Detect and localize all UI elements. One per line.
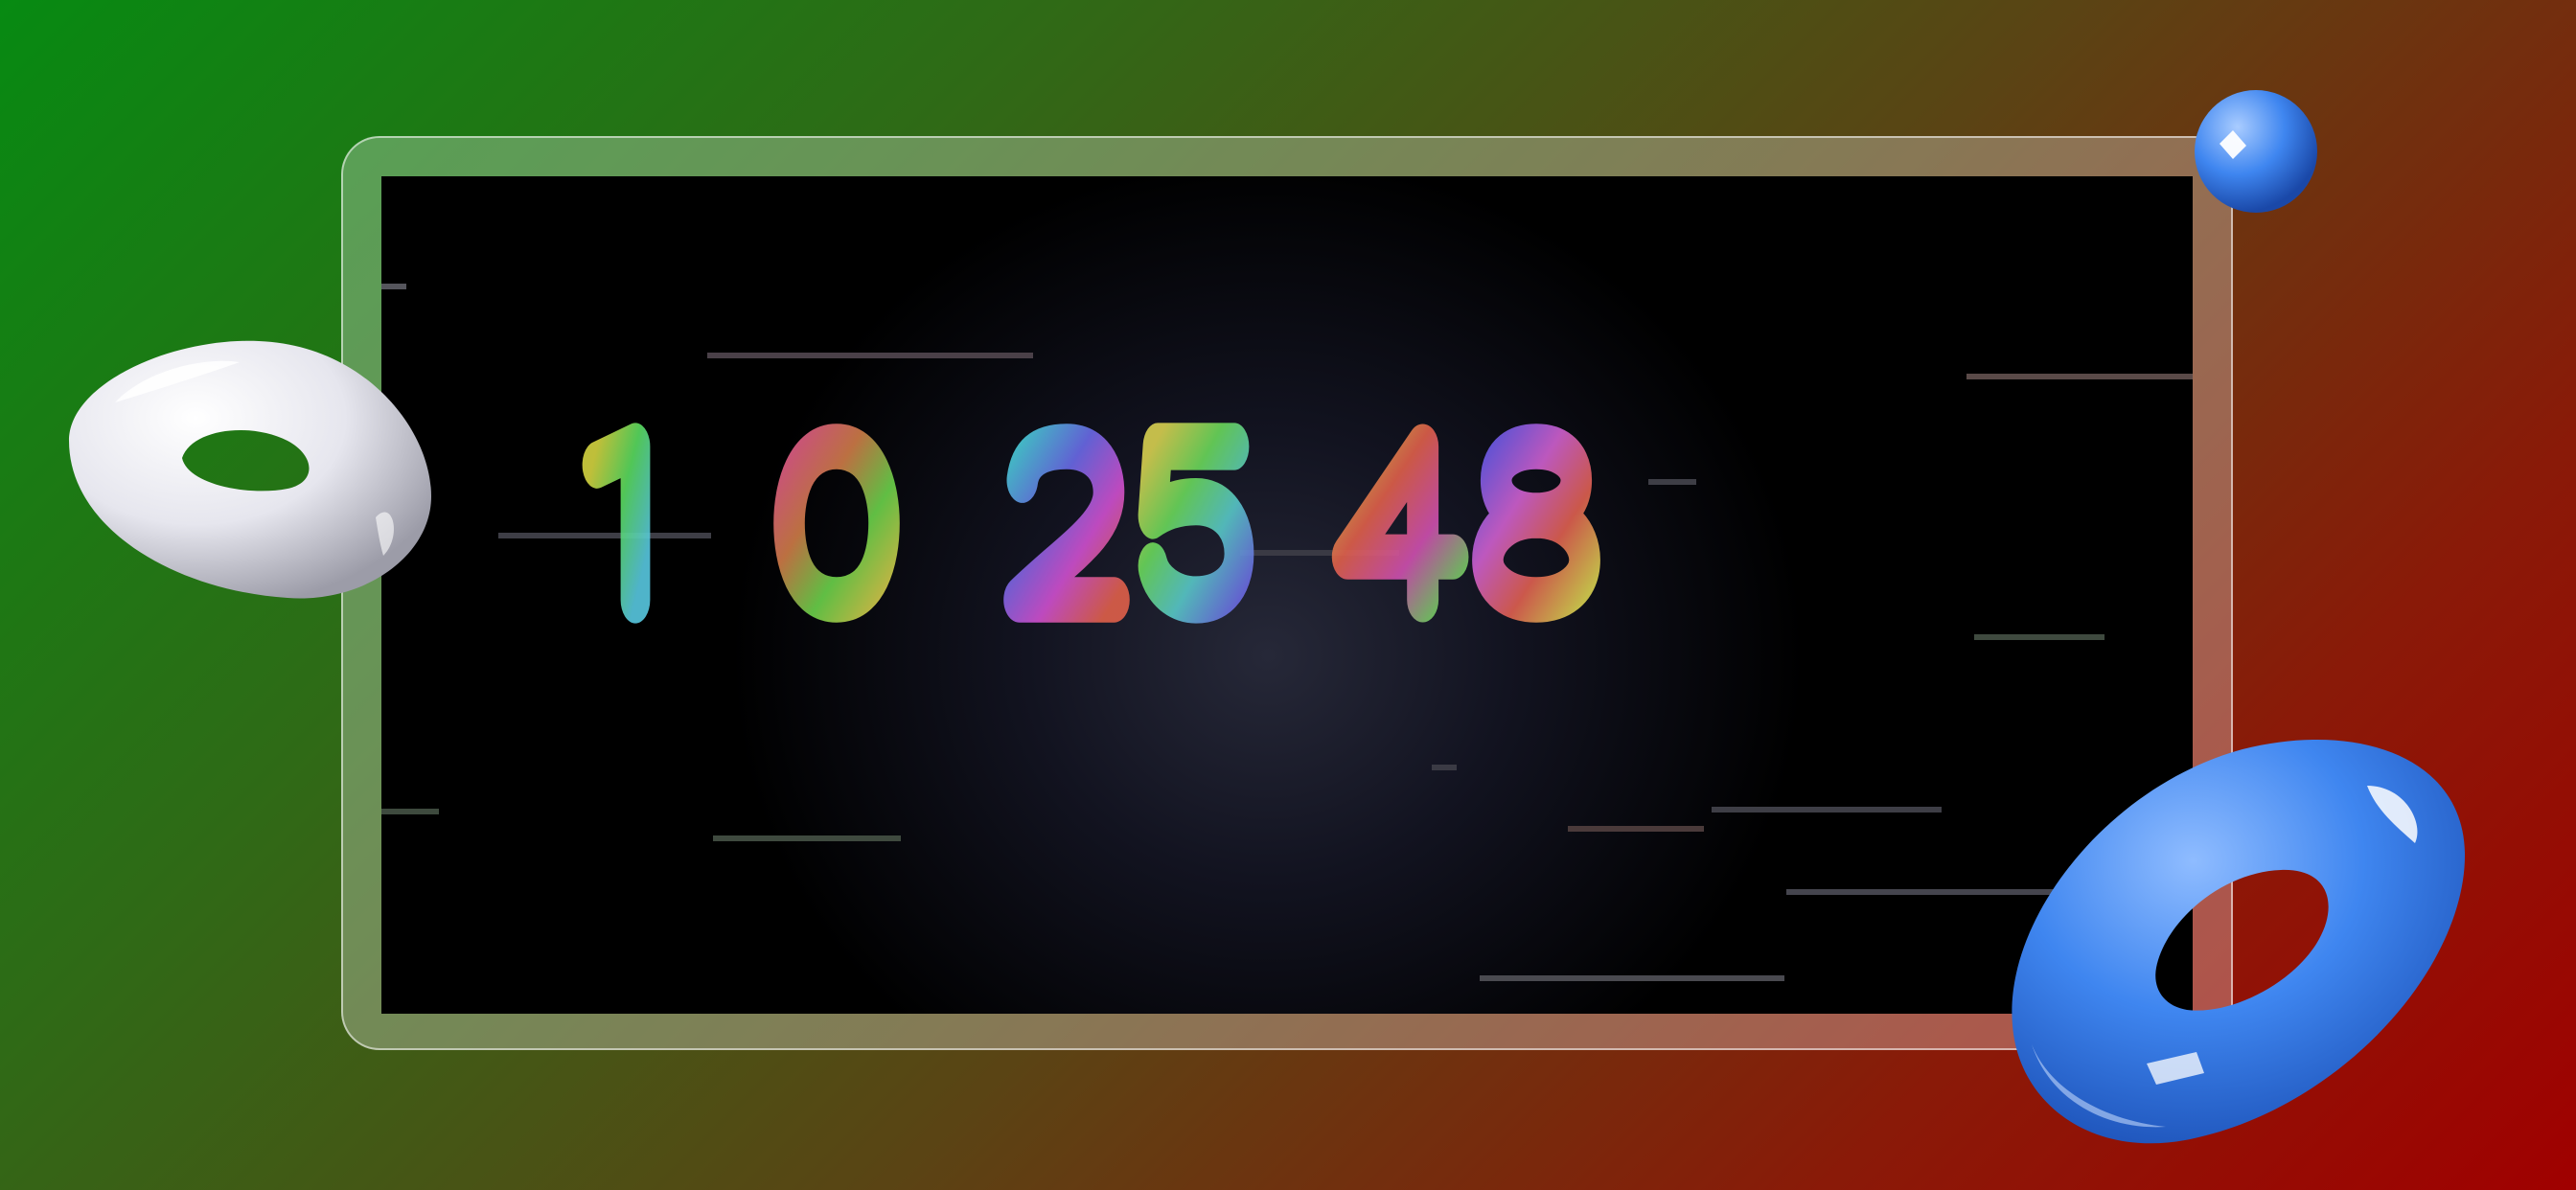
digit-3: 2 [1003, 423, 1130, 623]
digit-5: 4 [1331, 423, 1469, 623]
digit-stroke [582, 423, 651, 624]
digit-stroke [1331, 423, 1469, 623]
digit-stroke [1138, 423, 1254, 624]
counter-display: 102548 [381, 176, 2193, 1014]
digit-counter: 102548 [582, 423, 1600, 624]
digit-2: 0 [773, 423, 900, 623]
digit-stroke [773, 423, 900, 623]
digit-6: 8 [1472, 423, 1600, 623]
digit-4: 5 [1138, 423, 1254, 624]
digit-1: 1 [582, 423, 651, 624]
digit-stroke [1003, 423, 1130, 623]
digit-stroke [1472, 423, 1600, 623]
